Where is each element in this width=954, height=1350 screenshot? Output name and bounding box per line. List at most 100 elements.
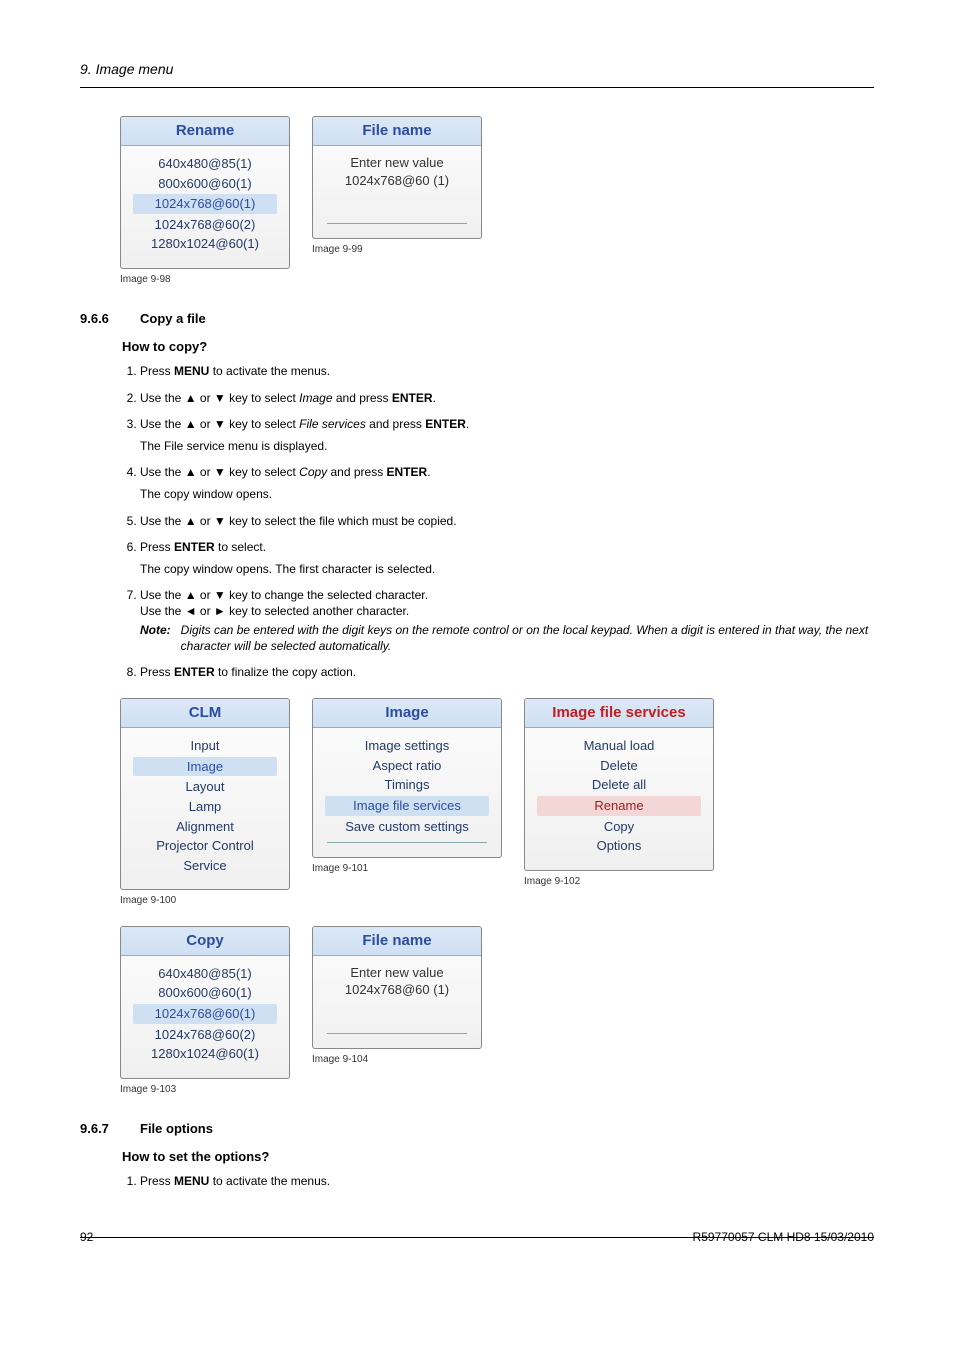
list-item: 1024x768@60(2) (127, 1025, 283, 1045)
list-item: 640x480@85(1) (127, 154, 283, 174)
osd-body: Enter new value 1024x768@60 (1) (313, 146, 481, 238)
list-item: Input (127, 736, 283, 756)
figure-caption: Image 9-104 (312, 1053, 482, 1067)
enter-key: ENTER (392, 391, 433, 405)
list-item: 1024x768@60(2) (127, 215, 283, 235)
step-text: Use the ▲ or ▼ key to select (140, 391, 299, 405)
step-item: Use the ▲ or ▼ key to change the selecte… (140, 587, 874, 654)
osd-divider (327, 223, 467, 224)
list-item: 800x600@60(1) (127, 983, 283, 1003)
figure-copy: Copy 640x480@85(1) 800x600@60(1) 1024x76… (120, 926, 290, 1096)
list-item: Layout (127, 777, 283, 797)
list-item-selected: Rename (537, 796, 701, 816)
osd-body: Enter new value 1024x768@60 (1) (313, 956, 481, 1048)
step-result: The File service menu is displayed. (140, 438, 874, 454)
doc-id: R59770057 CLM HD8 15/03/2010 (693, 1229, 874, 1245)
step-text: and press (333, 391, 392, 405)
osd-rename-panel: Rename 640x480@85(1) 800x600@60(1) 1024x… (120, 116, 290, 269)
osd-clm-panel: CLM Input Image Layout Lamp Alignment Pr… (120, 698, 290, 890)
step-item: Use the ▲ or ▼ key to select Copy and pr… (140, 464, 874, 502)
section-title: Copy a file (140, 310, 206, 328)
step-text: to activate the menus. (209, 364, 330, 378)
step-text: Use the ▲ or ▼ key to select (140, 417, 299, 431)
osd-body: 640x480@85(1) 800x600@60(1) 1024x768@60(… (121, 956, 289, 1078)
section-title: File options (140, 1120, 213, 1138)
step-text: . (433, 391, 436, 405)
enter-key: ENTER (174, 665, 215, 679)
osd-title: File name (313, 927, 481, 956)
note-label: Note: (140, 622, 171, 654)
enter-key: ENTER (174, 540, 215, 554)
steps-copy: Press MENU to activate the menus. Use th… (122, 363, 874, 680)
step-item: Use the ▲ or ▼ key to select the file wh… (140, 513, 874, 529)
figure-clm: CLM Input Image Layout Lamp Alignment Pr… (120, 698, 290, 908)
steps-options: Press MENU to activate the menus. (122, 1173, 874, 1189)
step-text: Press (140, 364, 174, 378)
list-item: Lamp (127, 797, 283, 817)
list-item: 1280x1024@60(1) (127, 234, 283, 254)
step-item: Press ENTER to finalize the copy action. (140, 664, 874, 680)
list-item: Projector Control (127, 836, 283, 856)
osd-title: Image (313, 699, 501, 728)
figure-filename-1: File name Enter new value 1024x768@60 (1… (312, 116, 482, 257)
list-item: Delete (531, 756, 707, 776)
step-item: Press MENU to activate the menus. (140, 363, 874, 379)
step-item: Press ENTER to select. The copy window o… (140, 539, 874, 577)
list-item: Manual load (531, 736, 707, 756)
step-item: Use the ▲ or ▼ key to select File servic… (140, 416, 874, 454)
osd-title: CLM (121, 699, 289, 728)
list-item: 640x480@85(1) (127, 964, 283, 984)
osd-body: Manual load Delete Delete all Rename Cop… (525, 728, 713, 869)
osd-divider (327, 842, 487, 843)
list-item-selected: 1024x768@60(1) (133, 194, 277, 214)
step-text: and press (327, 465, 386, 479)
figure-caption: Image 9-102 (524, 875, 714, 889)
figure-caption: Image 9-99 (312, 243, 482, 257)
osd-title: File name (313, 117, 481, 146)
step-text: . (427, 465, 430, 479)
osd-line: 1024x768@60 (1) (319, 981, 475, 999)
list-item: Alignment (127, 817, 283, 837)
step-item: Use the ▲ or ▼ key to select Image and p… (140, 390, 874, 406)
step-text: . (466, 417, 469, 431)
osd-line: 1024x768@60 (1) (319, 172, 475, 190)
figure-filename-2: File name Enter new value 1024x768@60 (1… (312, 926, 482, 1067)
step-text: and press (366, 417, 425, 431)
menu-key: MENU (174, 364, 209, 378)
step-text: Press (140, 665, 174, 679)
osd-filename-panel: File name Enter new value 1024x768@60 (1… (312, 116, 482, 239)
list-item: Service (127, 856, 283, 876)
note-body: Digits can be entered with the digit key… (181, 622, 874, 654)
list-item: Aspect ratio (319, 756, 495, 776)
osd-line: Enter new value (319, 154, 475, 172)
list-item-selected: Image file services (325, 796, 489, 816)
osd-body: Image settings Aspect ratio Timings Imag… (313, 728, 501, 857)
osd-image-panel: Image Image settings Aspect ratio Timing… (312, 698, 502, 858)
osd-title: Image file services (525, 699, 713, 728)
step-text: to finalize the copy action. (215, 665, 356, 679)
section-number: 9.6.7 (80, 1120, 122, 1138)
subheading-how-to-copy: How to copy? (122, 338, 874, 356)
figure-caption: Image 9-100 (120, 894, 290, 908)
osd-divider (327, 1033, 467, 1034)
osd-title: Rename (121, 117, 289, 146)
list-item: Copy (531, 817, 707, 837)
figure-caption: Image 9-103 (120, 1083, 290, 1097)
page-number: 92 (80, 1229, 93, 1245)
step-text: Press (140, 1174, 174, 1188)
osd-filename-panel: File name Enter new value 1024x768@60 (1… (312, 926, 482, 1049)
osd-copy-panel: Copy 640x480@85(1) 800x600@60(1) 1024x76… (120, 926, 290, 1079)
section-heading-966: 9.6.6 Copy a file (80, 310, 874, 328)
osd-line: Enter new value (319, 964, 475, 982)
figure-row-rename: Rename 640x480@85(1) 800x600@60(1) 1024x… (120, 116, 874, 286)
osd-body: 640x480@85(1) 800x600@60(1) 1024x768@60(… (121, 146, 289, 268)
figure-caption: Image 9-101 (312, 862, 502, 876)
step-text: to activate the menus. (209, 1174, 330, 1188)
figure-row-copy: Copy 640x480@85(1) 800x600@60(1) 1024x76… (120, 926, 874, 1096)
step-text: Use the ▲ or ▼ key to select (140, 465, 299, 479)
section-heading-967: 9.6.7 File options (80, 1120, 874, 1138)
osd-body: Input Image Layout Lamp Alignment Projec… (121, 728, 289, 889)
step-item: Press MENU to activate the menus. (140, 1173, 874, 1189)
list-item: Options (531, 836, 707, 856)
list-item: Save custom settings (319, 817, 495, 837)
